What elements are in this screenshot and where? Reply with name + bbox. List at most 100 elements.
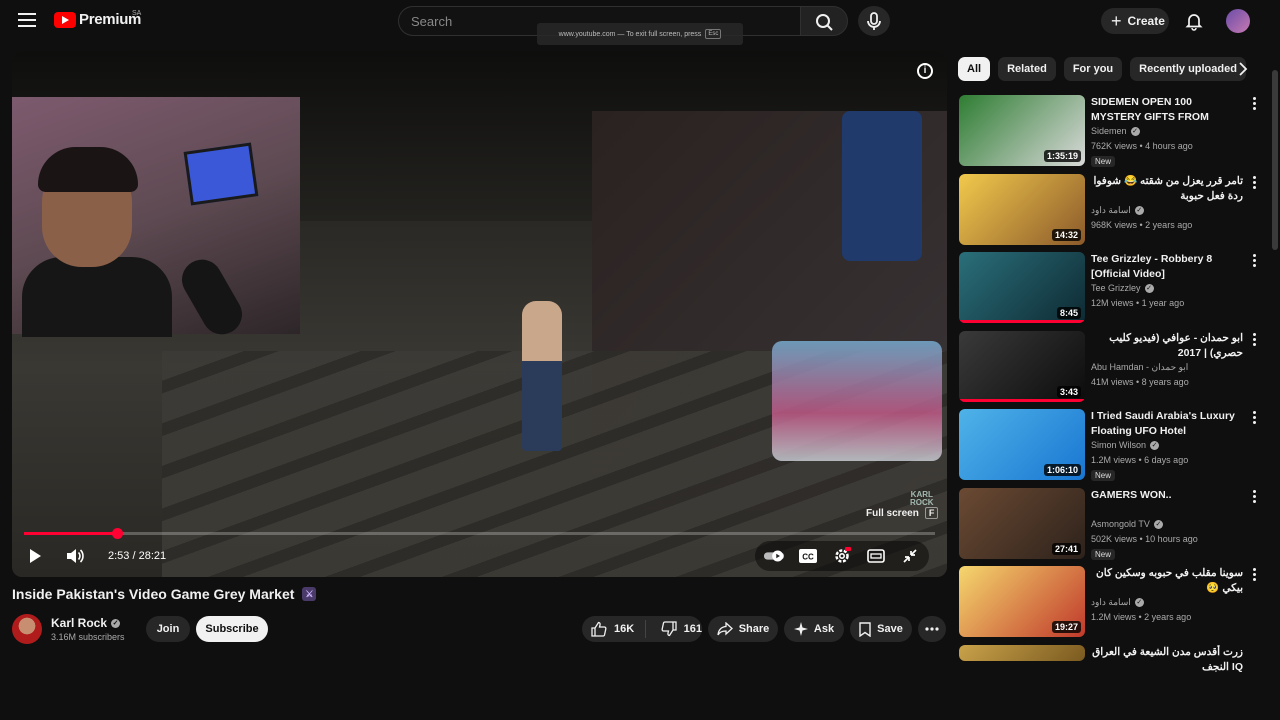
recommendation-item[interactable]: زرت أقدس مدن الشيعة في العراق IQ النجف xyxy=(958,645,1263,719)
recommendation-channel[interactable]: Simon Wilson ✓ xyxy=(1091,440,1160,450)
recommendation-channel[interactable]: Asmongold TV ✓ xyxy=(1091,519,1163,529)
microphone-icon xyxy=(867,12,881,30)
more-options-icon[interactable] xyxy=(1250,176,1258,192)
channel-watermark[interactable]: KARL ROCK xyxy=(910,491,934,507)
thumbs-up-icon xyxy=(591,621,607,637)
exit-fullscreen-button[interactable] xyxy=(899,545,921,567)
recommendation-meta: 968K views • 2 years ago xyxy=(1091,220,1193,230)
recommendation-item[interactable]: 14:32 تامر قرر يعزل من شقته 😂 شوفوا ردة ف… xyxy=(958,174,1263,248)
video-thumbnail[interactable]: 8:45 xyxy=(959,252,1085,323)
subscriber-count: 3.16M subscribers xyxy=(51,632,125,642)
menu-icon[interactable] xyxy=(18,13,36,27)
more-options-icon[interactable] xyxy=(1250,490,1258,506)
webcam-host-hair xyxy=(38,147,138,192)
recommendation-title[interactable]: ابو حمدان - عوافي (فيديو كليب حصري) | 20… xyxy=(1091,331,1243,361)
recommendation-title[interactable]: GAMERS WON.. xyxy=(1091,488,1243,503)
info-icon[interactable]: i xyxy=(917,63,933,79)
recommendation-channel[interactable]: Sidemen ✓ xyxy=(1091,126,1140,136)
captions-button[interactable]: CC xyxy=(797,545,819,567)
sparkle-icon xyxy=(793,622,808,636)
video-thumbnail[interactable]: 3:43 xyxy=(959,331,1085,402)
scrollbar-thumb[interactable] xyxy=(1272,70,1278,250)
webcam-host-body xyxy=(22,257,172,337)
watermark-line2: ROCK xyxy=(910,498,934,507)
new-badge: New xyxy=(1091,156,1116,167)
recommendation-item[interactable]: 3:43 ابو حمدان - عوافي (فيديو كليب حصري) … xyxy=(958,331,1263,405)
exit-fullscreen-icon xyxy=(903,549,917,563)
recommendation-item[interactable]: 19:27 سوينا مقلب في حبوبه وسكين كان بيكي … xyxy=(958,566,1263,640)
chip-recently-uploaded[interactable]: Recently uploaded xyxy=(1130,57,1246,81)
thumbs-down-icon xyxy=(661,621,677,637)
video-thumbnail[interactable]: 1:06:10 xyxy=(959,409,1085,480)
recommendation-channel[interactable]: اسامة داود ✓ xyxy=(1091,205,1144,216)
theater-mode-button[interactable] xyxy=(865,545,887,567)
recommendation-title[interactable]: تامر قرر يعزل من شقته 😂 شوفوا ردة فعل حب… xyxy=(1091,174,1243,204)
recommendation-item[interactable]: 27:41 GAMERS WON.. Asmongold TV ✓ 502K views… xyxy=(958,488,1263,562)
recommendation-title[interactable]: Tee Grizzley - Robbery 8 [Official Video… xyxy=(1091,252,1243,282)
svg-text:CC: CC xyxy=(802,553,814,562)
video-thumbnail[interactable] xyxy=(959,645,1085,661)
like-button[interactable]: 16K xyxy=(582,616,639,642)
video-duration: 8:45 xyxy=(1056,307,1081,319)
bookmark-icon xyxy=(859,621,871,637)
recommendation-channel-name: Sidemen xyxy=(1091,126,1127,136)
region-code: SA xyxy=(132,10,142,17)
video-thumbnail[interactable]: 19:27 xyxy=(959,566,1085,637)
recommendation-item[interactable]: 8:45 Tee Grizzley - Robbery 8 [Official V… xyxy=(958,252,1263,326)
autoplay-toggle[interactable] xyxy=(763,545,785,567)
join-button[interactable]: Join xyxy=(146,616,190,642)
verified-icon: ✓ xyxy=(1153,519,1163,529)
youtube-play-icon xyxy=(54,11,76,28)
play-button[interactable] xyxy=(24,545,46,567)
video-thumbnail[interactable]: 27:41 xyxy=(959,488,1085,559)
share-label: Share xyxy=(738,623,770,635)
watched-progress xyxy=(959,320,1085,323)
recommendation-title[interactable]: سوينا مقلب في حبوبه وسكين كان بيكي 🥺 xyxy=(1091,566,1243,596)
sidebar-scrollbar[interactable] xyxy=(1272,50,1278,660)
gaming-badge-icon: ⚔ xyxy=(302,587,317,601)
settings-button[interactable] xyxy=(831,545,853,567)
youtube-premium-logo[interactable]: Premium xyxy=(54,11,141,28)
chevron-right-icon xyxy=(1239,62,1248,76)
search-button[interactable] xyxy=(800,6,848,36)
chip-for-you[interactable]: For you xyxy=(1063,57,1123,81)
more-options-icon[interactable] xyxy=(1250,411,1258,427)
voice-search-button[interactable] xyxy=(858,6,890,36)
channel-avatar[interactable] xyxy=(12,614,42,644)
dislike-button[interactable]: 161 xyxy=(652,616,702,642)
recommendation-item[interactable]: 1:06:10 I Tried Saudi Arabia's Luxury Flo… xyxy=(958,409,1263,483)
save-button[interactable]: Save xyxy=(850,616,912,642)
recommendation-channel[interactable]: Tee Grizzley ✓ xyxy=(1091,283,1154,293)
video-thumbnail[interactable]: 14:32 xyxy=(959,174,1085,245)
notifications-bell-icon[interactable] xyxy=(1184,11,1204,31)
recommendation-title[interactable]: زرت أقدس مدن الشيعة في العراق IQ النجف xyxy=(1091,645,1243,675)
create-button[interactable]: + Create xyxy=(1101,8,1169,34)
progress-bar[interactable] xyxy=(24,528,935,539)
recommendation-item[interactable]: 1:35:19 SIDEMEN OPEN 100 MYSTERY GIFTS FR… xyxy=(958,95,1263,169)
chip-related[interactable]: Related xyxy=(998,57,1056,81)
ask-button[interactable]: Ask xyxy=(784,616,844,642)
more-actions-button[interactable] xyxy=(918,616,946,642)
more-options-icon[interactable] xyxy=(1250,97,1258,113)
more-options-icon[interactable] xyxy=(1250,333,1258,349)
recommendation-title[interactable]: I Tried Saudi Arabia's Luxury Floating U… xyxy=(1091,409,1243,439)
share-button[interactable]: Share xyxy=(708,616,778,642)
recommendation-channel-name: Tee Grizzley xyxy=(1091,283,1141,293)
recommendation-channel[interactable]: اسامة داود ✓ xyxy=(1091,597,1144,608)
chip-all[interactable]: All xyxy=(958,57,991,81)
recommendation-meta: 1.2M views • 2 years ago xyxy=(1091,612,1192,622)
chips-next-button[interactable] xyxy=(1231,57,1255,81)
recommendation-channel[interactable]: Abu Hamdan - ابو حمدان xyxy=(1091,362,1188,373)
video-player[interactable]: i KARL ROCK Full screen F 2:53 / 28:21 C… xyxy=(12,51,947,577)
subscribe-button[interactable]: Subscribe xyxy=(196,616,268,642)
video-thumbnail[interactable]: 1:35:19 xyxy=(959,95,1085,166)
account-avatar[interactable] xyxy=(1226,9,1250,33)
more-options-icon[interactable] xyxy=(1250,568,1258,584)
progress-scrubber[interactable] xyxy=(111,528,123,539)
channel-name[interactable]: Karl Rock ✓ xyxy=(51,616,121,630)
recommendation-title[interactable]: SIDEMEN OPEN 100 MYSTERY GIFTS FROM SUBS… xyxy=(1091,95,1243,125)
video-frame-clothes xyxy=(842,111,922,261)
more-options-icon[interactable] xyxy=(1250,254,1258,270)
verified-icon: ✓ xyxy=(1130,126,1140,136)
volume-button[interactable] xyxy=(64,545,86,567)
